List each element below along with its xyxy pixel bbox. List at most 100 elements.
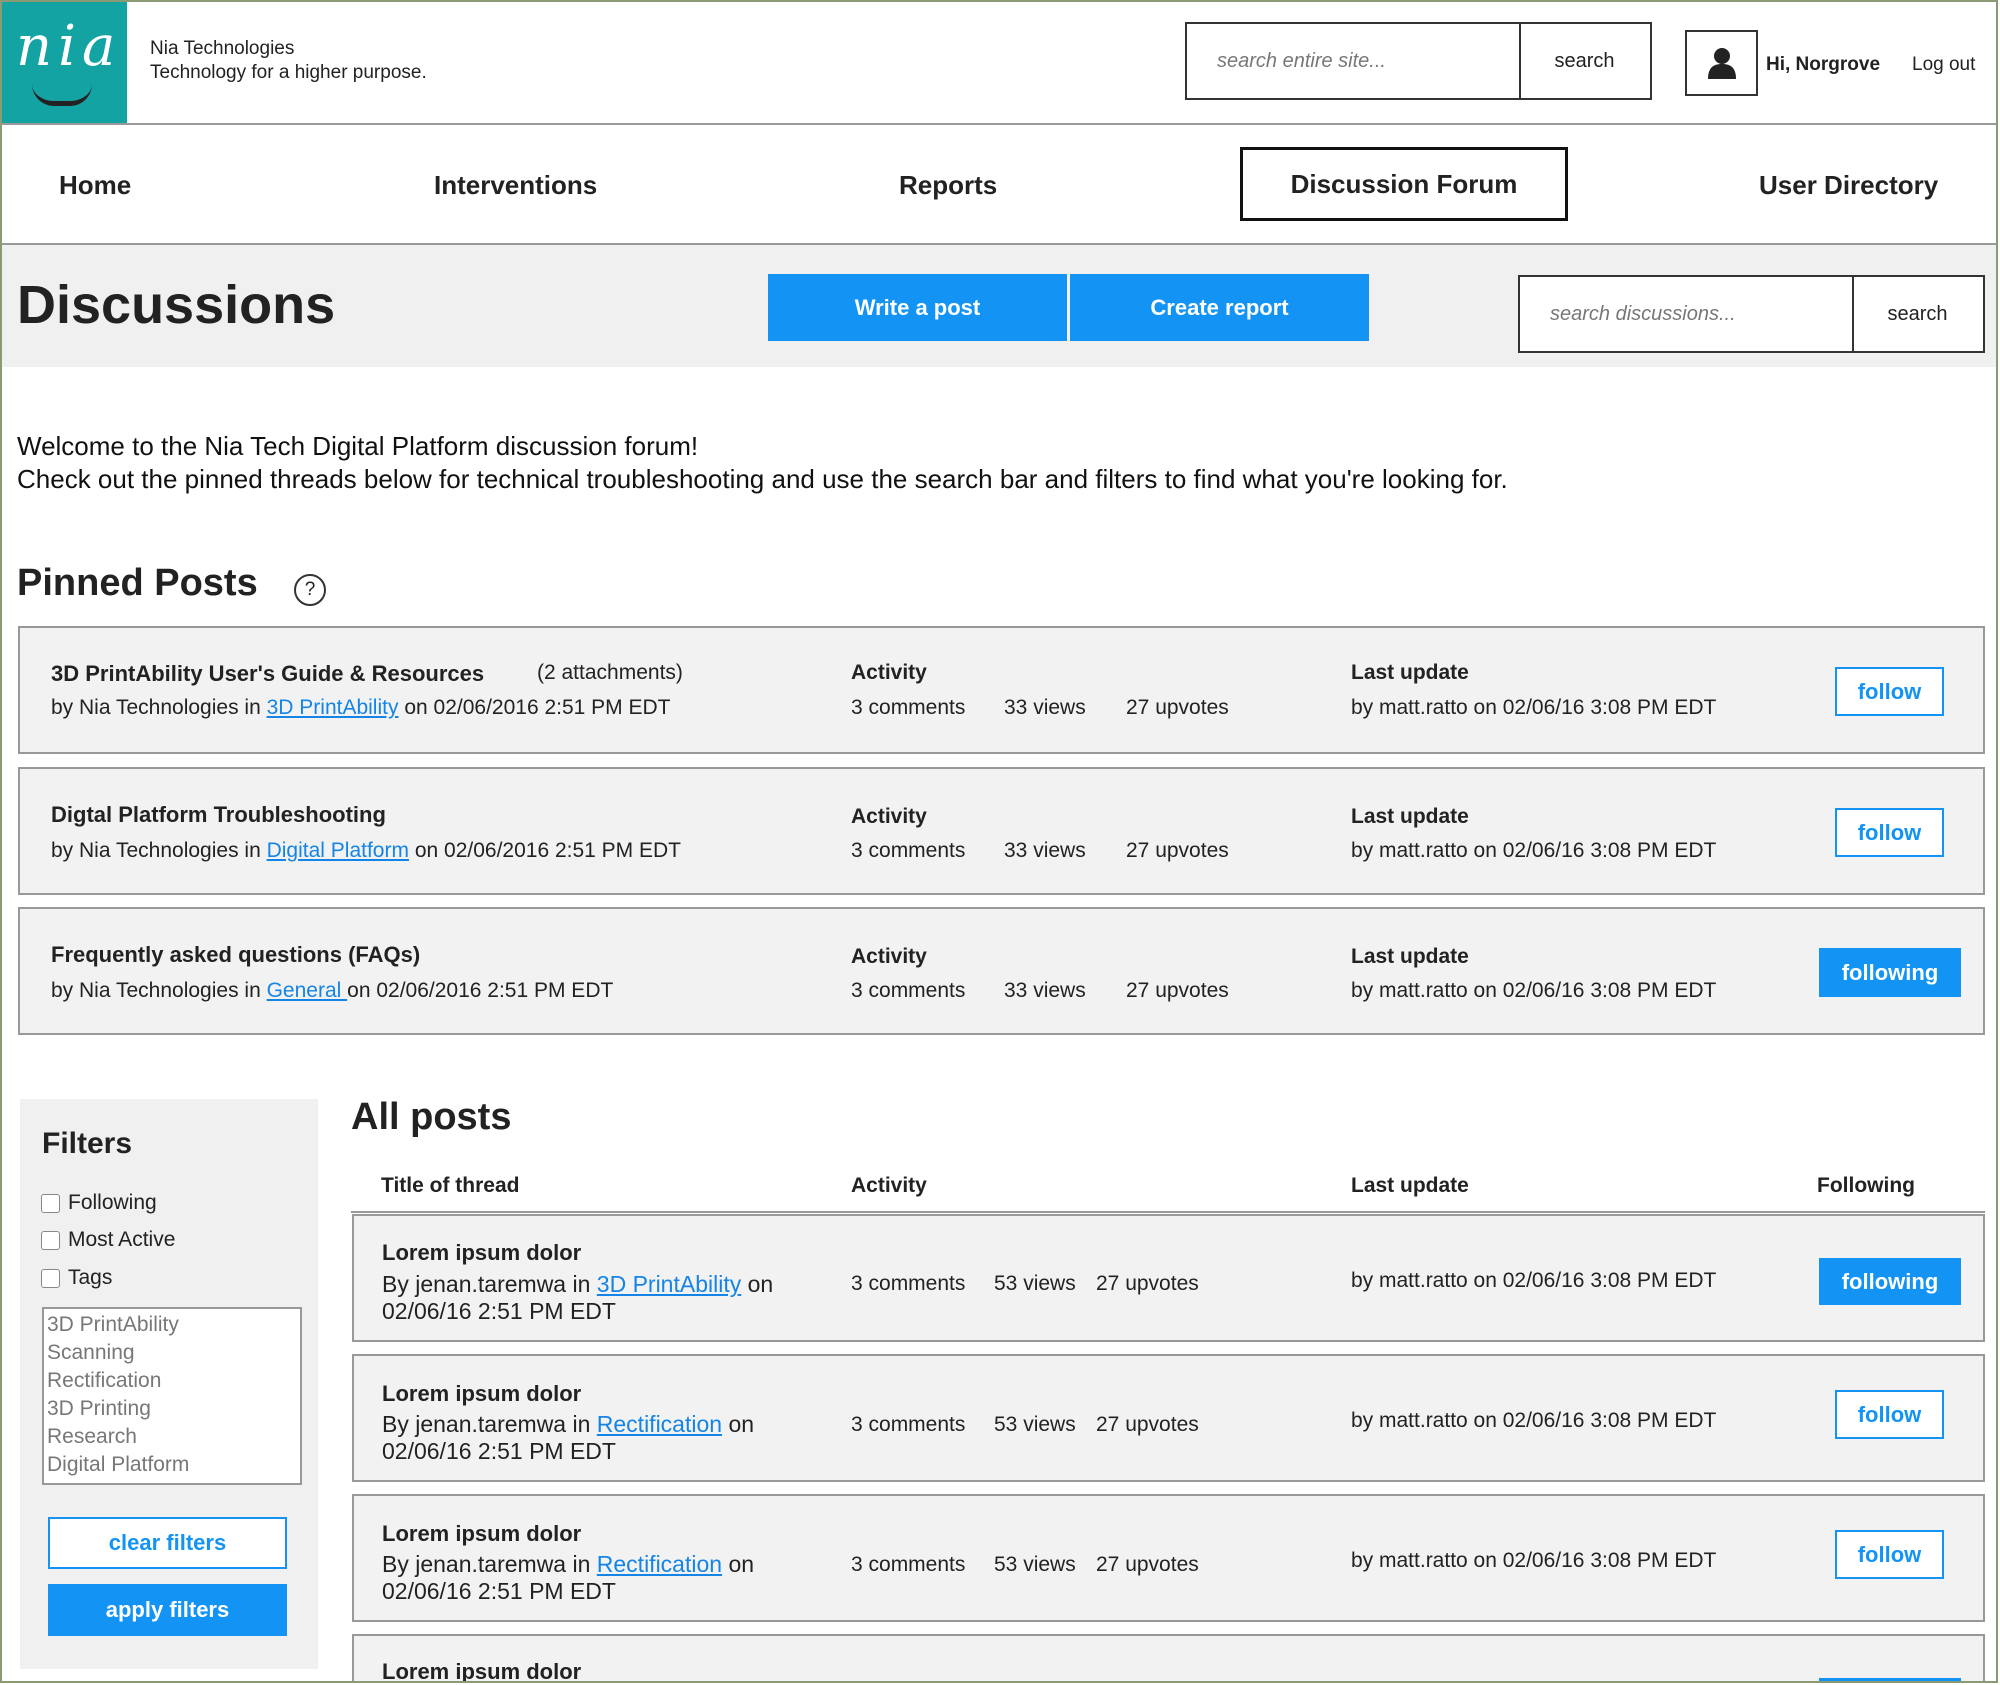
activity-label: Activity [851, 945, 927, 968]
pinned-post-byline: by Nia Technologies in 3D PrintAbility o… [51, 696, 671, 720]
tag-option[interactable]: 3D Printing [47, 1395, 297, 1423]
welcome-line-2: Check out the pinned threads below for t… [17, 464, 1508, 494]
category-link[interactable]: General [267, 979, 348, 1002]
follow-button[interactable]: follow [1835, 808, 1944, 857]
post-byline: By jenan.taremwa in 3D PrintAbility on 02… [382, 1271, 822, 1325]
views-count: 53 views [994, 1553, 1076, 1576]
filters-heading: Filters [42, 1127, 133, 1160]
post-on: on [728, 1411, 755, 1437]
user-avatar-button[interactable] [1685, 30, 1758, 96]
tag-option[interactable]: Scanning [47, 1339, 297, 1367]
pinned-post-title[interactable]: Frequently asked questions (FAQs) [51, 942, 420, 968]
last-update-label: Last update [1351, 805, 1469, 828]
post-row[interactable]: Lorem ipsum dolor By jenan.taremwa in Re… [352, 1354, 1985, 1482]
follow-button[interactable]: follow [1835, 1390, 1944, 1439]
post-row[interactable]: Lorem ipsum dolor By jenan.taremwa in Re… [352, 1494, 1985, 1622]
help-icon[interactable]: ? [294, 574, 326, 606]
post-author: by Nia Technologies in [51, 696, 261, 719]
upvotes-count: 27 upvotes [1096, 1553, 1199, 1576]
nia-logo[interactable]: nia [2, 2, 127, 123]
follow-button[interactable]: follow [1835, 667, 1944, 716]
views-count: 33 views [1004, 696, 1086, 719]
logo-text: nia [16, 14, 122, 79]
page-title: Discussions [17, 275, 336, 335]
apply-filters-button[interactable]: apply filters [48, 1584, 287, 1636]
post-on: on [747, 1271, 774, 1297]
post-byline: By jenan.taremwa in Rectification on 02/0… [382, 1411, 822, 1465]
pinned-post-title[interactable]: 3D PrintAbility User's Guide & Resources [51, 661, 484, 687]
category-link[interactable]: Rectification [597, 1411, 722, 1437]
last-update-text: by matt.ratto on 02/06/16 3:08 PM EDT [1351, 696, 1717, 719]
user-greeting: Hi, Norgrove [1766, 54, 1881, 75]
table-header-divider [351, 1211, 1985, 1213]
following-button[interactable] [1819, 1678, 1961, 1681]
pinned-post-byline: by Nia Technologies in Digital Platform … [51, 839, 681, 863]
write-post-button[interactable]: Write a post [768, 274, 1067, 341]
discussion-search-input[interactable]: search discussions... [1520, 277, 1854, 351]
tag-option[interactable]: 3D PrintAbility [47, 1311, 297, 1339]
company-tagline: Technology for a higher purpose. [150, 62, 427, 83]
nav-user-directory[interactable]: User Directory [1759, 170, 1938, 201]
post-title[interactable]: Lorem ipsum dolor [382, 1659, 581, 1681]
filter-tags[interactable]: Tags [41, 1266, 112, 1290]
pinned-post-card[interactable]: Digtal Platform Troubleshooting by Nia T… [18, 767, 1985, 895]
filter-most-active-checkbox[interactable] [41, 1230, 60, 1250]
post-author: By jenan.taremwa in [382, 1271, 591, 1297]
category-link[interactable]: 3D PrintAbility [267, 696, 399, 719]
pinned-heading: Pinned Posts [17, 562, 258, 604]
post-byline: By jenan.taremwa in Rectification on 02/0… [382, 1551, 822, 1605]
category-link[interactable]: 3D PrintAbility [597, 1271, 741, 1297]
last-update-text: by matt.ratto on 02/06/16 3:08 PM EDT [1351, 839, 1717, 862]
tag-option[interactable]: Rectification [47, 1367, 297, 1395]
filter-following-label: Following [68, 1191, 157, 1214]
activity-label: Activity [851, 661, 927, 684]
category-link[interactable]: Rectification [597, 1551, 722, 1577]
pinned-post-card[interactable]: 3D PrintAbility User's Guide & Resources… [18, 626, 1985, 754]
nav-top-divider [2, 123, 1996, 125]
post-author: by Nia Technologies in [51, 979, 261, 1002]
upvotes-count: 27 upvotes [1096, 1413, 1199, 1436]
col-title-of-thread: Title of thread [381, 1174, 520, 1197]
tag-option[interactable]: Digital Platform [47, 1451, 297, 1479]
filter-following-checkbox[interactable] [41, 1193, 60, 1213]
post-row[interactable]: Lorem ipsum dolor By jenan.taremwa in 3D… [352, 1214, 1985, 1342]
pinned-post-card[interactable]: Frequently asked questions (FAQs) by Nia… [18, 907, 1985, 1035]
post-date: on 02/06/2016 2:51 PM EDT [414, 839, 681, 862]
tags-listbox[interactable]: 3D PrintAbility Scanning Rectification 3… [42, 1307, 302, 1485]
post-title[interactable]: Lorem ipsum dolor [382, 1240, 581, 1266]
post-author: By jenan.taremwa in [382, 1411, 591, 1437]
post-title[interactable]: Lorem ipsum dolor [382, 1381, 581, 1407]
post-title[interactable]: Lorem ipsum dolor [382, 1521, 581, 1547]
filter-most-active[interactable]: Most Active [41, 1228, 175, 1252]
logout-link[interactable]: Log out [1912, 54, 1975, 76]
filter-following[interactable]: Following [41, 1191, 157, 1215]
last-update-label: Last update [1351, 661, 1469, 684]
category-link[interactable]: Digital Platform [267, 839, 409, 862]
tag-option[interactable]: Research [47, 1423, 297, 1451]
nav-reports[interactable]: Reports [899, 170, 997, 201]
post-row[interactable]: Lorem ipsum dolor [352, 1634, 1985, 1681]
pinned-post-byline: by Nia Technologies in General on 02/06/… [51, 979, 613, 1003]
all-posts-heading: All posts [351, 1096, 512, 1138]
site-search-input[interactable]: search entire site... [1187, 24, 1521, 98]
create-report-button[interactable]: Create report [1070, 274, 1369, 341]
discussion-search-button[interactable]: search [1852, 277, 1983, 351]
page: nia Nia Technologies Technology for a hi… [0, 0, 1998, 1683]
comments-count: 3 comments [851, 979, 966, 1002]
filter-tags-checkbox[interactable] [41, 1268, 60, 1288]
nav-interventions[interactable]: Interventions [434, 170, 597, 201]
clear-filters-button[interactable]: clear filters [48, 1517, 287, 1569]
logo-smile-icon [32, 84, 92, 106]
post-date: on 02/06/2016 2:51 PM EDT [404, 696, 671, 719]
nav-home[interactable]: Home [59, 170, 131, 201]
following-button[interactable]: following [1819, 948, 1961, 997]
company-info: Nia Technologies Technology for a higher… [150, 37, 427, 85]
site-search-button[interactable]: search [1519, 24, 1650, 98]
views-count: 53 views [994, 1272, 1076, 1295]
pinned-post-title[interactable]: Digtal Platform Troubleshooting [51, 802, 386, 828]
following-button[interactable]: following [1819, 1258, 1961, 1305]
site-search: search entire site... search [1185, 22, 1652, 100]
follow-button[interactable]: follow [1835, 1530, 1944, 1579]
nav-discussion-forum[interactable]: Discussion Forum [1240, 147, 1568, 221]
col-following: Following [1817, 1174, 1915, 1197]
